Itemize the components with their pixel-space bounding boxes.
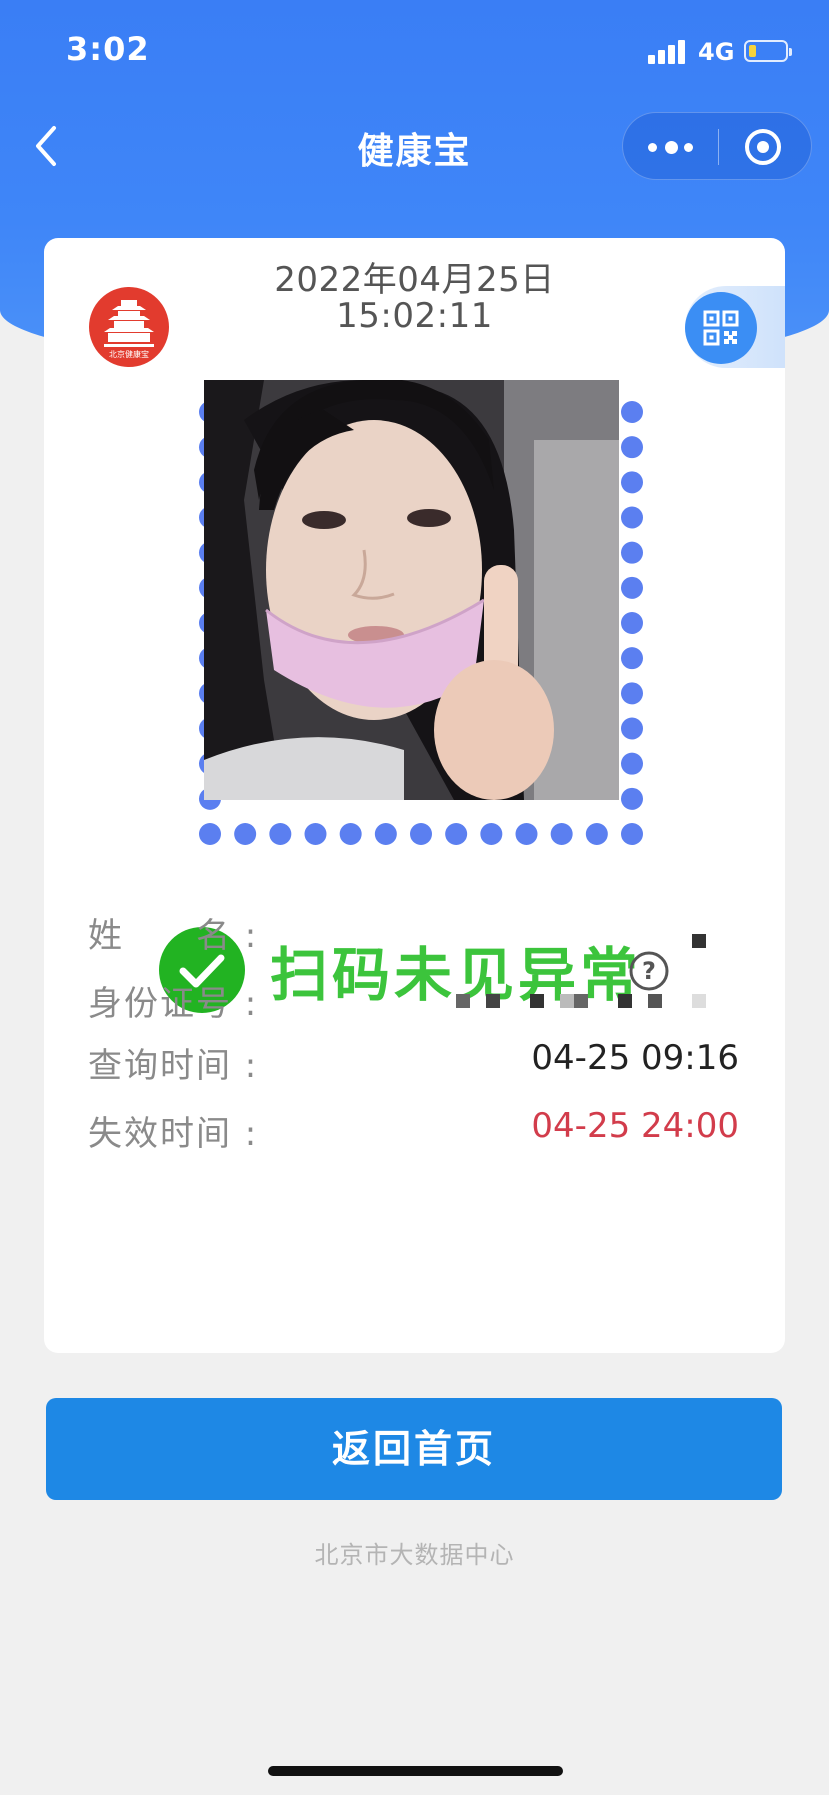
status-time: 3:02 (66, 30, 150, 68)
target-close-icon[interactable] (743, 127, 783, 167)
qr-code-icon (703, 310, 739, 346)
capsule-divider (718, 129, 719, 165)
name-label: 姓 名 : (88, 916, 259, 956)
mini-program-capsule (622, 112, 812, 180)
frame-dot (621, 401, 643, 423)
frame-dot (621, 682, 643, 705)
frame-dot (234, 823, 257, 845)
more-dots-icon[interactable] (648, 131, 696, 163)
frame-dot (621, 717, 643, 740)
frame-dot (621, 823, 643, 845)
frame-dot (410, 823, 432, 845)
query-clock: 15:02:11 (336, 296, 493, 336)
user-photo (204, 380, 619, 800)
id-number-label: 身份证号 : (88, 984, 259, 1024)
expiry-time-label: 失效时间 : (88, 1114, 259, 1154)
frame-dot (515, 823, 538, 845)
frame-dot (621, 752, 643, 775)
query-date: 2022年04月25日 (274, 260, 555, 300)
query-time-label: 查询时间 : (88, 1046, 259, 1086)
frame-dot (621, 506, 643, 529)
footer-org: 北京市大数据中心 (314, 1541, 515, 1569)
frame-dot (269, 823, 292, 845)
frame-dot (550, 823, 573, 845)
question-icon[interactable]: ? (628, 950, 670, 992)
network-label: 4G (698, 38, 735, 66)
frame-dot (445, 823, 468, 845)
frame-dot (621, 436, 643, 459)
frame-dot (621, 541, 643, 564)
svg-text:北京健康宝: 北京健康宝 (109, 349, 149, 359)
home-indicator[interactable] (268, 1766, 563, 1776)
frame-dot (374, 823, 397, 845)
frame-dot (621, 647, 643, 670)
signal-icon (648, 38, 690, 64)
redaction-mark (692, 934, 706, 948)
frame-dot (621, 787, 643, 810)
frame-dot (339, 823, 362, 845)
frame-dot (304, 823, 327, 845)
frame-dot (585, 823, 608, 845)
frame-dot (621, 471, 643, 494)
svg-text:?: ? (642, 957, 656, 985)
frame-dot (480, 823, 503, 845)
health-card: 北京健康宝 2022年04月25日 15:02:11 扫码未见异常 ? 姓 名 … (44, 238, 785, 1353)
expiry-time-value: 04-25 24:00 (531, 1106, 739, 1146)
battery-icon (744, 40, 792, 62)
return-home-button[interactable]: 返回首页 (46, 1398, 782, 1500)
frame-dot (621, 612, 643, 634)
query-time-value: 04-25 09:16 (531, 1038, 739, 1078)
qr-code-button[interactable] (685, 292, 757, 364)
frame-dot (621, 576, 643, 599)
frame-dot (199, 823, 221, 845)
